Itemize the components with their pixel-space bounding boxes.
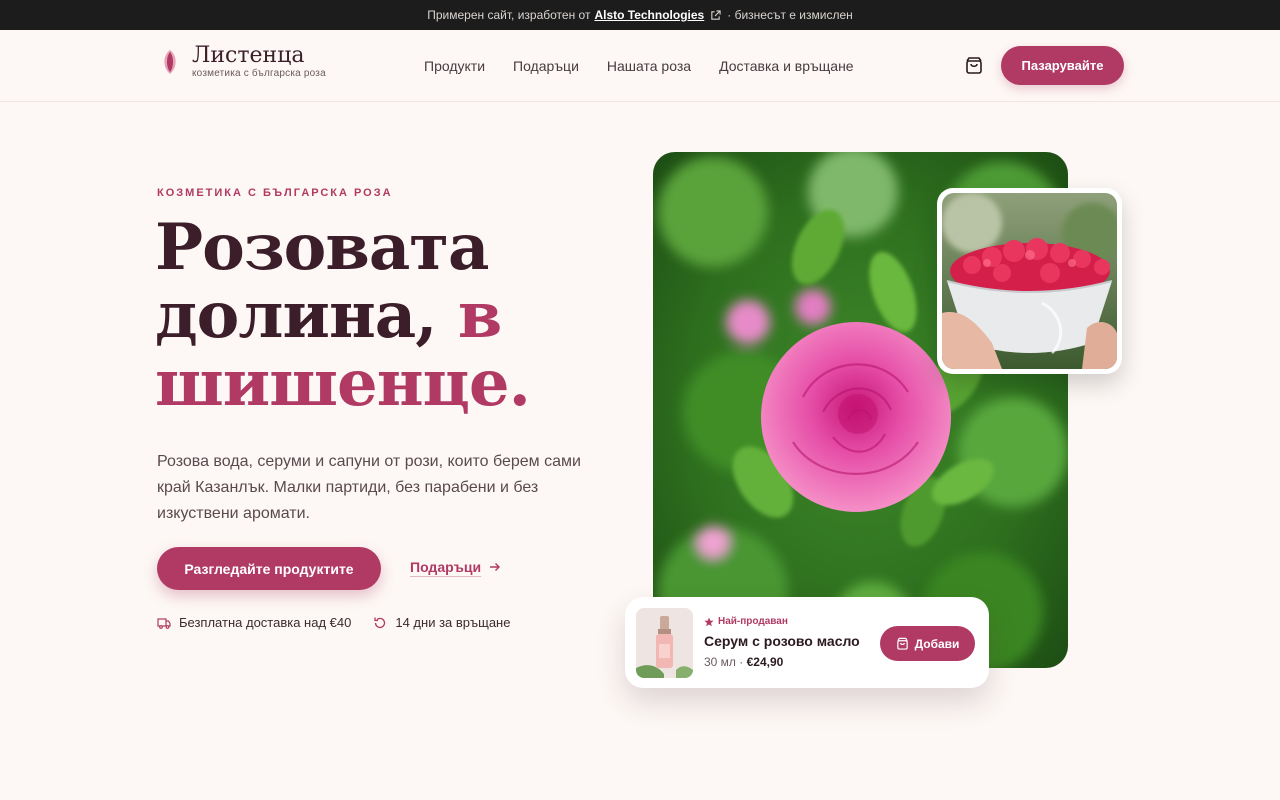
bestseller-label: Най-продаван [718,616,788,627]
arrow-right-icon [490,563,501,571]
headline-accent-2: шишенце. [155,346,531,421]
petals-photo [942,193,1117,369]
brand-name: Листенца [192,43,305,68]
perk-shipping-label: Безплатна доставка над €40 [179,615,352,630]
shopping-bag-icon [896,637,908,650]
hero-headline: Розовата долина, в шишенце. [155,214,595,418]
hero-lead: Розова вода, серуми и сапуни от рози, ко… [157,453,581,522]
perk-returns-label: 14 дни за връщане [395,615,511,630]
nav-item-shipping[interactable]: Доставка и връщане [719,58,854,74]
meta-separator: · [739,655,744,669]
add-to-cart-button[interactable]: Добави [880,626,975,661]
banner-suffix: · бизнесът е измислен [727,8,853,22]
banner-link[interactable]: Alsto Technologies [594,8,704,22]
bestseller-badge: Най-продаван [704,616,788,627]
browse-products-button[interactable]: Разгледайте продуктите [157,547,381,590]
nav-item-products[interactable]: Продукти [424,58,485,74]
product-thumbnail [636,608,693,678]
shopping-bag-icon[interactable] [964,56,984,76]
petals-photo-card [937,188,1122,374]
demo-banner: Примерен сайт, изработен от Alsto Techno… [0,0,1280,30]
shop-button[interactable]: Пазарувайте [1001,46,1124,85]
hero-eyebrow: КОЗМЕТИКА С БЪЛГАРСКА РОЗА [157,187,393,199]
product-name: Серум с розово масло [704,633,860,649]
brand-tagline: козметика с българска роза [192,68,326,79]
gifts-link[interactable]: Подаръци [410,559,501,575]
perk-returns: 14 дни за връщане [373,615,510,630]
site-header: Листенца козметика с българска роза Прод… [0,30,1280,102]
product-meta: 30 мл · €24,90 [704,655,783,669]
return-icon [374,617,386,628]
perk-shipping: Безплатна доставка над €40 [157,615,351,630]
headline-accent-1: в [457,278,502,353]
product-price: €24,90 [746,655,784,669]
star-icon [704,617,714,626]
featured-product-card[interactable]: Най-продаван Серум с розово масло 30 мл … [625,597,989,688]
main-nav: Продукти Подаръци Нашата роза Доставка и… [424,30,854,102]
add-to-cart-label: Добави [914,636,960,651]
hero-perks: Безплатна доставка над €40 14 дни за връ… [157,615,510,630]
external-link-icon [711,9,721,20]
petal-logo-icon [164,49,176,74]
product-volume: 30 мл [704,655,736,669]
banner-prefix: Примерен сайт, изработен от [427,8,591,22]
nav-item-our-rose[interactable]: Нашата роза [607,58,691,74]
headline-line-2: долина, [155,278,438,353]
truck-icon [157,617,171,629]
headline-line-1: Розовата [155,210,489,285]
nav-item-gifts[interactable]: Подаръци [513,58,579,74]
gifts-link-label: Подаръци [410,559,482,575]
brand-logo[interactable]: Листенца козметика с българска роза [160,44,326,79]
